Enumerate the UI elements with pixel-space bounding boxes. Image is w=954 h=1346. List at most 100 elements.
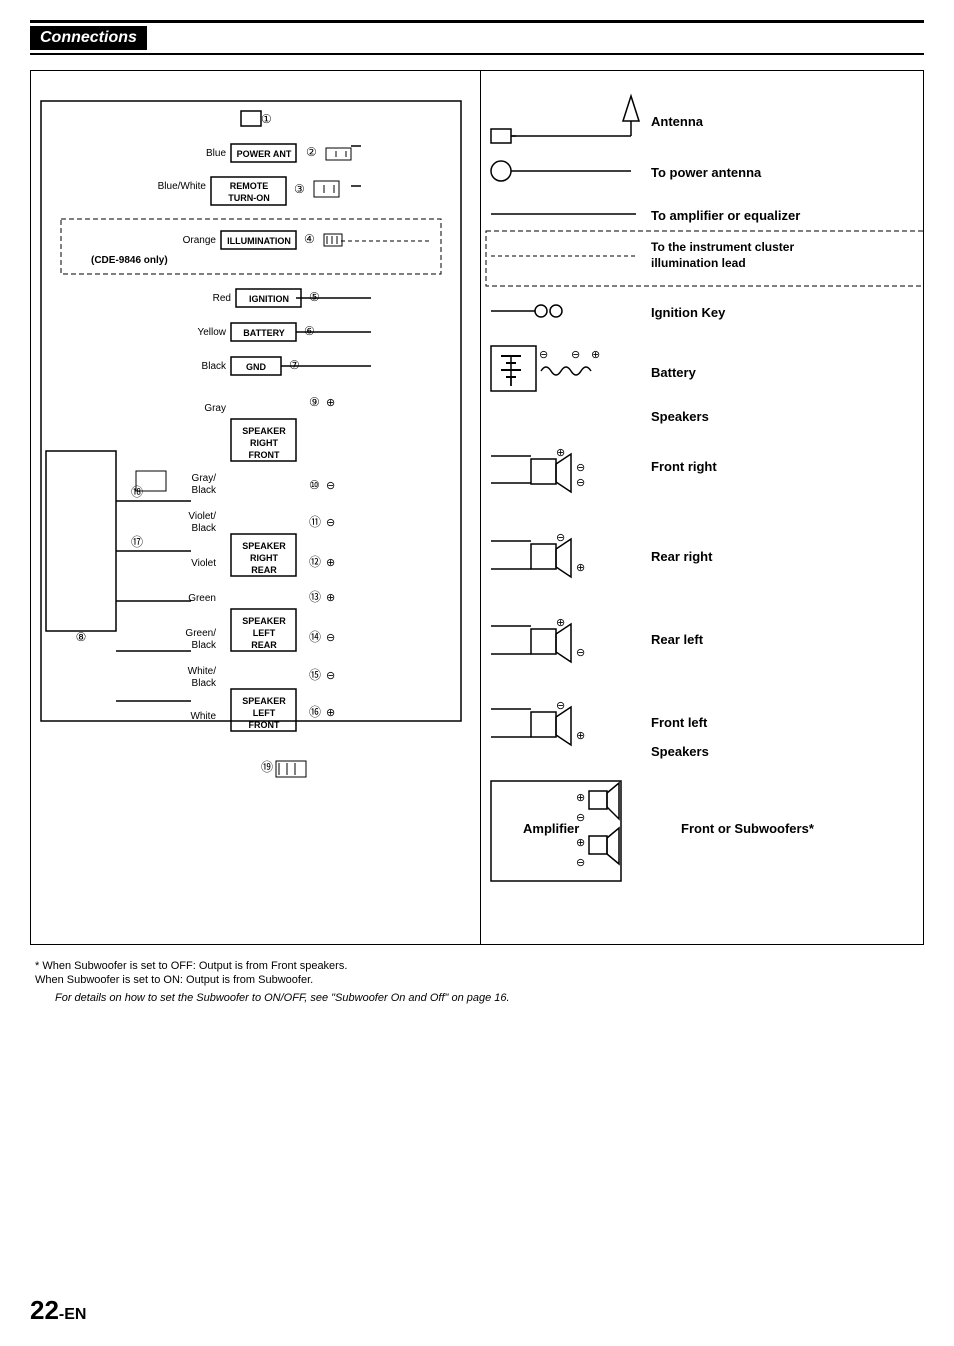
page-container: Connections ① Blue POWER ANT ② (0, 0, 954, 1346)
svg-text:White: White (190, 711, 216, 722)
svg-text:White/: White/ (188, 666, 217, 677)
svg-text:BATTERY: BATTERY (243, 328, 285, 338)
svg-text:⊖: ⊖ (576, 812, 585, 824)
svg-text:⊖: ⊖ (576, 857, 585, 869)
rear-left-label: Rear left (651, 632, 704, 647)
svg-text:LEFT: LEFT (253, 628, 276, 638)
svg-text:④: ④ (304, 232, 315, 246)
svg-text:⊖: ⊖ (326, 632, 335, 644)
svg-text:⊖: ⊖ (576, 647, 585, 659)
svg-text:SPEAKER: SPEAKER (242, 696, 286, 706)
svg-text:REAR: REAR (251, 565, 277, 575)
svg-text:①: ① (261, 112, 272, 126)
svg-text:⊖: ⊖ (576, 477, 585, 489)
svg-text:RIGHT: RIGHT (250, 553, 279, 563)
svg-text:REAR: REAR (251, 640, 277, 650)
right-panel: Antenna To power antenna To amplifier or… (481, 71, 923, 944)
svg-text:⊖: ⊖ (539, 349, 548, 361)
svg-text:Orange: Orange (183, 235, 217, 246)
svg-text:⊖: ⊖ (556, 700, 565, 712)
svg-text:FRONT: FRONT (249, 720, 280, 730)
svg-text:⑬: ⑬ (309, 590, 321, 604)
svg-text:⊖: ⊖ (576, 462, 585, 474)
svg-text:⊕: ⊕ (326, 397, 335, 409)
svg-text:⑧: ⑧ (76, 630, 87, 644)
svg-text:②: ② (306, 145, 317, 159)
svg-text:RIGHT: RIGHT (250, 438, 279, 448)
svg-text:FRONT: FRONT (249, 450, 280, 460)
svg-text:⑫: ⑫ (309, 555, 321, 569)
svg-text:Gray: Gray (204, 403, 226, 414)
svg-text:⊖: ⊖ (326, 517, 335, 529)
svg-text:⑥: ⑥ (304, 324, 315, 338)
svg-text:Gray/: Gray/ (192, 473, 217, 484)
svg-text:Black: Black (192, 523, 217, 534)
svg-text:⑱: ⑱ (131, 485, 143, 499)
svg-text:Black: Black (202, 361, 227, 372)
diagram-wrapper: ① Blue POWER ANT ② Blue/White REMOTE TUR… (30, 70, 924, 945)
ignition-key-label: Ignition Key (651, 305, 726, 320)
right-wiring-svg: Antenna To power antenna To amplifier or… (481, 71, 923, 944)
svg-text:⊕: ⊕ (576, 792, 585, 804)
antenna-label: Antenna (651, 114, 704, 129)
footnote-1: * When Subwoofer is set to OFF: Output i… (35, 960, 924, 972)
svg-text:⊕: ⊕ (326, 707, 335, 719)
svg-text:⊕: ⊕ (326, 592, 335, 604)
svg-text:LEFT: LEFT (253, 708, 276, 718)
svg-text:Black: Black (192, 485, 217, 496)
svg-text:SPEAKER: SPEAKER (242, 541, 286, 551)
svg-text:⑰: ⑰ (131, 535, 143, 549)
svg-text:⑨: ⑨ (309, 395, 320, 409)
svg-text:Red: Red (213, 293, 231, 304)
svg-text:⊕: ⊕ (576, 730, 585, 742)
amplifier-equalizer-label: To amplifier or equalizer (651, 208, 800, 223)
svg-text:⊕: ⊕ (576, 562, 585, 574)
svg-text:⊖: ⊖ (556, 532, 565, 544)
svg-text:POWER ANT: POWER ANT (237, 149, 292, 159)
svg-text:Violet/: Violet/ (188, 511, 216, 522)
svg-text:⑩: ⑩ (309, 478, 320, 492)
svg-text:⑤: ⑤ (309, 290, 320, 304)
page-suffix: -EN (59, 1306, 87, 1323)
speakers2-label: Speakers (651, 744, 709, 759)
footnotes-section: * When Subwoofer is set to OFF: Output i… (30, 960, 924, 1004)
svg-text:REMOTE: REMOTE (230, 181, 269, 191)
left-wiring-svg: ① Blue POWER ANT ② Blue/White REMOTE TUR… (31, 71, 481, 944)
front-right-label: Front right (651, 459, 717, 474)
svg-text:To the instrument cluster: To the instrument cluster (651, 240, 794, 254)
svg-text:(CDE-9846 only): (CDE-9846 only) (91, 255, 168, 266)
page-number-value: 22 (30, 1295, 59, 1325)
svg-text:⑲: ⑲ (261, 760, 273, 774)
footnote-2: When Subwoofer is set to ON: Output is f… (35, 974, 924, 986)
svg-text:Blue: Blue (206, 148, 226, 159)
svg-text:GND: GND (246, 362, 267, 372)
svg-text:⊕: ⊕ (326, 557, 335, 569)
svg-text:Black: Black (192, 678, 217, 689)
svg-text:⊖: ⊖ (571, 349, 580, 361)
svg-text:⊖: ⊖ (326, 670, 335, 682)
svg-text:⑮: ⑮ (309, 668, 321, 682)
power-antenna-label: To power antenna (651, 165, 762, 180)
svg-text:Yellow: Yellow (197, 327, 226, 338)
amplifier-label: Amplifier (523, 821, 579, 836)
footnote-italic: For details on how to set the Subwoofer … (55, 992, 924, 1004)
speakers-label: Speakers (651, 409, 709, 424)
svg-text:SPEAKER: SPEAKER (242, 426, 286, 436)
svg-text:③: ③ (294, 182, 305, 196)
svg-text:SPEAKER: SPEAKER (242, 616, 286, 626)
svg-text:Green: Green (188, 593, 216, 604)
svg-text:⑦: ⑦ (289, 358, 300, 372)
svg-text:TURN-ON: TURN-ON (228, 193, 270, 203)
svg-text:Violet: Violet (191, 558, 216, 569)
svg-text:Black: Black (192, 640, 217, 651)
svg-text:⑪: ⑪ (309, 515, 321, 529)
svg-text:⊕: ⊕ (591, 349, 600, 361)
svg-text:Blue/White: Blue/White (158, 181, 207, 192)
front-subwoofers-label: Front or Subwoofers* (681, 821, 815, 836)
section-title: Connections (40, 29, 137, 46)
left-panel: ① Blue POWER ANT ② Blue/White REMOTE TUR… (31, 71, 481, 944)
svg-text:⑯: ⑯ (309, 705, 321, 719)
svg-text:Green/: Green/ (185, 628, 216, 639)
svg-text:⑭: ⑭ (309, 630, 321, 644)
svg-text:illumination lead: illumination lead (651, 256, 746, 270)
